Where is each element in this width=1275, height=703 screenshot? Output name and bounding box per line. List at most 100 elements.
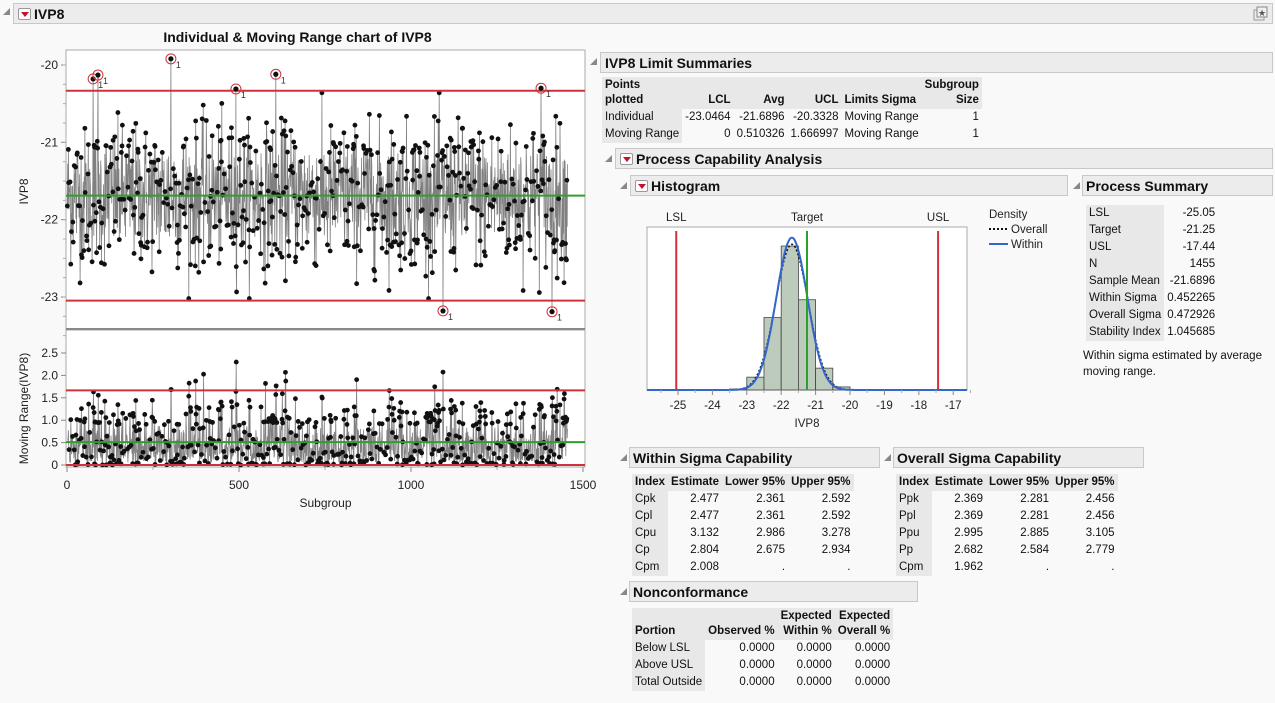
- data-point[interactable]: [455, 454, 461, 460]
- data-point[interactable]: [366, 421, 372, 427]
- data-point[interactable]: [87, 430, 93, 435]
- data-point[interactable]: [390, 430, 395, 435]
- data-point[interactable]: [344, 144, 350, 149]
- data-point[interactable]: [195, 442, 201, 448]
- data-point[interactable]: [495, 136, 501, 142]
- data-point[interactable]: [546, 454, 552, 460]
- data-point[interactable]: [491, 451, 497, 457]
- data-point[interactable]: [562, 391, 567, 397]
- data-point[interactable]: [166, 223, 172, 229]
- data-point[interactable]: [84, 233, 90, 239]
- data-point[interactable]: [340, 167, 345, 173]
- data-point[interactable]: [67, 179, 73, 185]
- data-point[interactable]: [159, 433, 165, 439]
- data-point[interactable]: [286, 253, 292, 259]
- data-point[interactable]: [203, 118, 209, 123]
- data-point[interactable]: [446, 172, 451, 178]
- data-point[interactable]: [374, 212, 380, 218]
- data-point[interactable]: [498, 443, 504, 449]
- data-point[interactable]: [508, 409, 514, 415]
- data-point[interactable]: [429, 270, 435, 276]
- data-point[interactable]: [327, 412, 333, 418]
- data-point[interactable]: [161, 200, 167, 205]
- data-point[interactable]: [64, 203, 70, 209]
- data-point[interactable]: [233, 264, 239, 270]
- data-point[interactable]: [444, 164, 450, 170]
- data-point[interactable]: [309, 179, 315, 185]
- data-point[interactable]: [513, 246, 518, 252]
- data-point[interactable]: [527, 233, 533, 239]
- data-point[interactable]: [431, 447, 437, 452]
- data-point[interactable]: [116, 237, 122, 243]
- data-point[interactable]: [334, 178, 340, 183]
- data-point[interactable]: [65, 146, 71, 152]
- data-point[interactable]: [417, 173, 422, 179]
- data-point[interactable]: [478, 400, 484, 406]
- data-point[interactable]: [369, 456, 375, 462]
- data-point[interactable]: [124, 153, 129, 159]
- data-point[interactable]: [353, 413, 359, 419]
- data-point[interactable]: [229, 404, 235, 410]
- data-point[interactable]: [463, 225, 469, 231]
- data-point[interactable]: [93, 210, 99, 216]
- data-point[interactable]: [219, 403, 225, 409]
- data-point[interactable]: [440, 406, 446, 412]
- data-point[interactable]: [162, 189, 168, 194]
- data-point[interactable]: [458, 445, 464, 451]
- data-point[interactable]: [270, 129, 276, 134]
- data-point[interactable]: [181, 211, 187, 217]
- histogram-bar[interactable]: [763, 317, 782, 391]
- data-point[interactable]: [478, 262, 484, 268]
- data-point[interactable]: [477, 454, 483, 460]
- data-point[interactable]: [462, 452, 468, 458]
- data-point[interactable]: [543, 264, 549, 270]
- data-point[interactable]: [234, 289, 239, 295]
- data-point[interactable]: [143, 421, 149, 427]
- data-point[interactable]: [448, 452, 454, 458]
- data-point[interactable]: [176, 250, 181, 256]
- data-point[interactable]: [448, 137, 454, 143]
- data-point[interactable]: [482, 413, 488, 419]
- data-point[interactable]: [451, 246, 457, 251]
- data-point[interactable]: [389, 156, 395, 162]
- data-point[interactable]: [539, 455, 545, 460]
- data-point[interactable]: [195, 181, 201, 187]
- data-point[interactable]: [524, 177, 530, 182]
- data-point[interactable]: [293, 396, 298, 402]
- data-point[interactable]: [384, 250, 389, 255]
- data-point[interactable]: [196, 269, 202, 275]
- data-point[interactable]: [130, 128, 136, 134]
- data-point[interactable]: [554, 408, 560, 414]
- data-point[interactable]: [508, 421, 513, 427]
- data-point[interactable]: [452, 149, 458, 154]
- data-point[interactable]: [432, 384, 438, 390]
- data-point[interactable]: [210, 199, 216, 205]
- data-point[interactable]: [391, 417, 397, 423]
- data-point[interactable]: [355, 180, 361, 186]
- data-point[interactable]: [300, 213, 306, 219]
- data-point[interactable]: [188, 442, 194, 448]
- data-point[interactable]: [546, 177, 552, 183]
- data-point[interactable]: [280, 420, 286, 426]
- data-point[interactable]: [228, 234, 234, 240]
- data-point[interactable]: [119, 143, 125, 149]
- data-point[interactable]: [345, 243, 351, 248]
- data-point[interactable]: [133, 179, 139, 185]
- data-point[interactable]: [393, 434, 399, 440]
- data-point[interactable]: [402, 231, 407, 236]
- data-point[interactable]: [531, 130, 536, 136]
- data-point[interactable]: [432, 249, 438, 254]
- data-point[interactable]: [161, 449, 167, 455]
- data-point[interactable]: [414, 420, 420, 426]
- data-point[interactable]: [171, 428, 177, 434]
- data-point[interactable]: [375, 150, 381, 156]
- data-point[interactable]: [402, 256, 408, 261]
- data-point[interactable]: [317, 455, 323, 461]
- data-point[interactable]: [291, 139, 297, 145]
- data-point[interactable]: [513, 140, 519, 146]
- data-point[interactable]: [344, 238, 350, 244]
- data-point[interactable]: [116, 421, 122, 427]
- data-point[interactable]: [175, 222, 180, 228]
- data-point[interactable]: [340, 449, 345, 455]
- data-point[interactable]: [421, 232, 427, 238]
